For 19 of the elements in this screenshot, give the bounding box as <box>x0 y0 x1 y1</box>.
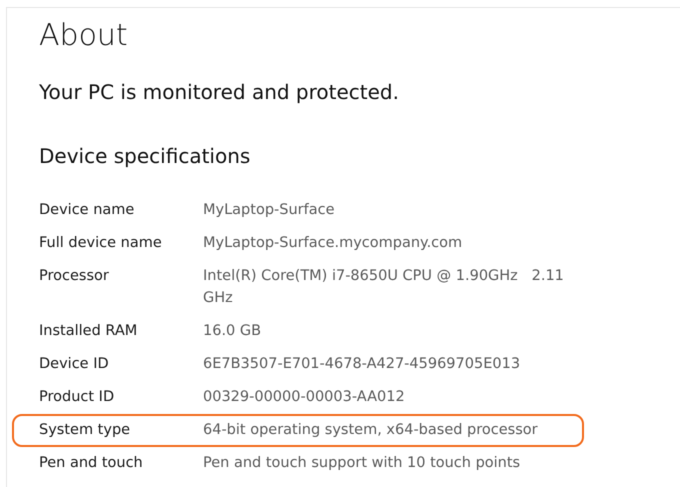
spec-value: 00329-00000-00003-AA012 <box>203 388 406 407</box>
spec-value: MyLaptop-Surface <box>203 201 336 220</box>
spec-label: Installed RAM <box>39 322 138 341</box>
status-text: Your PC is monitored and protected. <box>39 79 400 106</box>
spec-label: Device ID <box>39 355 110 374</box>
spec-label: Pen and touch <box>39 454 144 473</box>
spec-value: MyLaptop-Surface.mycompany.com <box>203 234 464 253</box>
page-title: About <box>39 18 129 54</box>
spec-value: 6E7B3507-E701-4678-A427-45969705E013 <box>203 355 522 374</box>
spec-label: Product ID <box>39 388 116 407</box>
spec-label: System type <box>39 421 132 440</box>
spec-label: Processor <box>39 267 110 286</box>
spec-value: Intel(R) Core(TM) i7-8650U CPU @ 1.90GHz 2.11 GHz <box>203 267 565 308</box>
spec-value: Pen and touch support with 10 touch points <box>203 454 522 473</box>
spec-label: Device name <box>39 201 136 220</box>
spec-label: Full device name <box>39 234 163 253</box>
section-title: Device specifications <box>39 143 252 170</box>
spec-value: 64-bit operating system, x64-based processor <box>203 421 539 440</box>
spec-value: 16.0 GB <box>203 322 262 341</box>
